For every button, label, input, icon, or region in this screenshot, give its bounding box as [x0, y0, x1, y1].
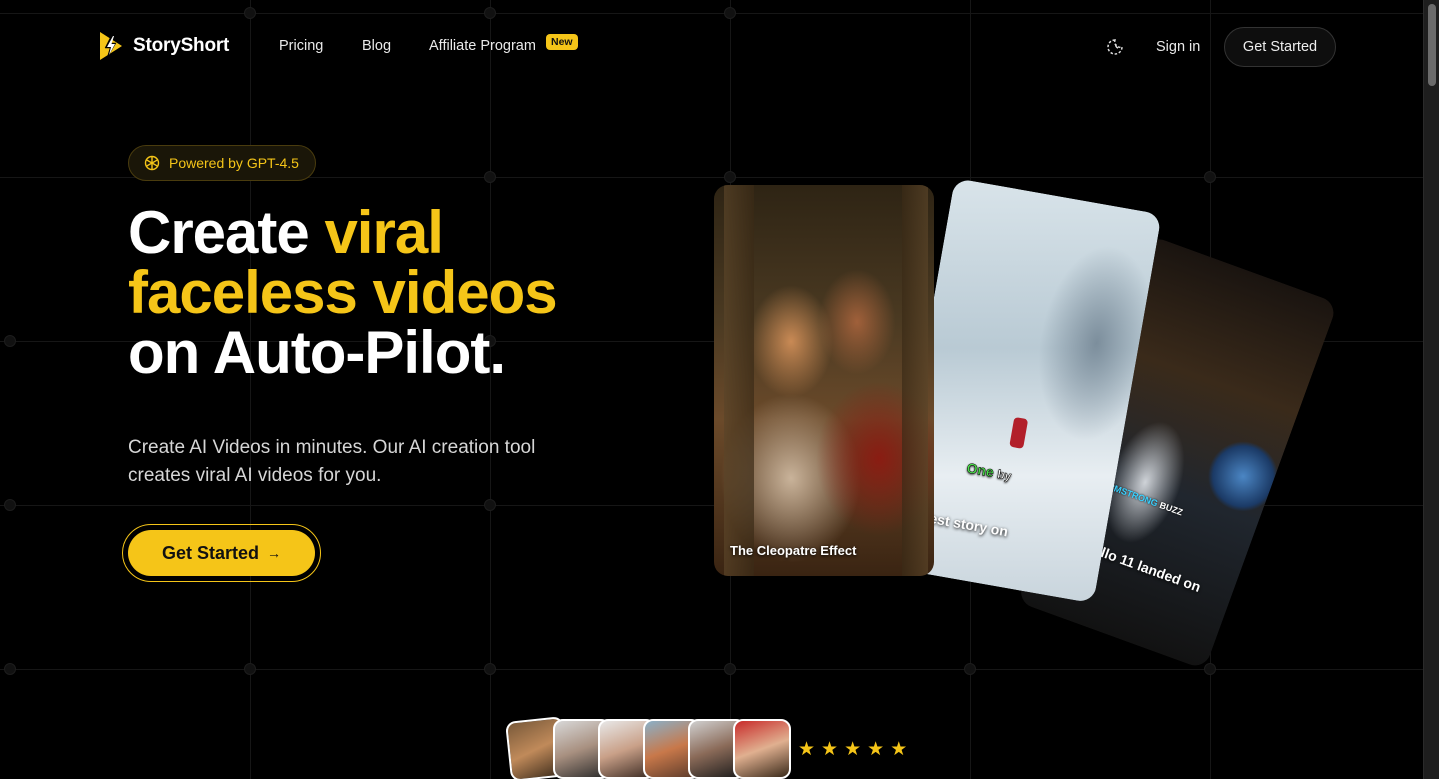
headline-faceless-videos: faceless videos [128, 259, 558, 326]
video-card-cleopatra[interactable]: The Cleopatre Effect [714, 185, 934, 576]
climber-figure [1009, 416, 1029, 449]
page-scrollbar[interactable] [1423, 0, 1439, 779]
site-header: StoryShort Pricing Blog Affiliate Progra… [0, 0, 1423, 94]
hero-cta-label: Get Started [161, 542, 260, 563]
user-avatars [505, 716, 793, 779]
hero-cta-outline: Get Started → [122, 524, 321, 582]
theme-toggle-icon[interactable] [1106, 38, 1124, 56]
openai-icon [144, 155, 160, 171]
arrow-right-icon: → [267, 545, 282, 561]
hero-get-started-button[interactable]: Get Started → [128, 530, 315, 576]
rating-stars: ★ ★ ★ ★ ★ [798, 739, 907, 761]
star-icon: ★ [798, 739, 816, 760]
new-badge: New [546, 34, 578, 50]
nav-item-affiliate-program[interactable]: Affiliate Program [429, 38, 536, 54]
hero-subtitle: Create AI Videos in minutes. Our AI crea… [128, 437, 536, 486]
avatar [733, 719, 791, 779]
powered-by-badge: Powered by GPT-4.5 [128, 145, 316, 181]
scrollbar-thumb[interactable] [1428, 4, 1436, 86]
star-icon: ★ [867, 739, 885, 760]
sign-in-link[interactable]: Sign in [1156, 39, 1200, 55]
headline-viral: viral [324, 199, 443, 266]
brand-name: StoryShort [133, 35, 230, 56]
nav-item-blog[interactable]: Blog [362, 38, 391, 54]
nav-item-pricing[interactable]: Pricing [279, 38, 323, 54]
bolt-logo-icon [100, 32, 122, 60]
hero-headline: Create viral faceless videos on Auto-Pil… [128, 203, 558, 386]
star-icon: ★ [821, 739, 839, 760]
headline-create: Create [128, 199, 325, 266]
star-icon: ★ [890, 739, 908, 760]
powered-by-text: Powered by GPT-4.5 [169, 155, 299, 171]
headline-auto-pilot: on Auto-Pilot. [128, 319, 506, 386]
card-overlay-text: One by [965, 459, 1013, 484]
video-card-caption: The Cleopatre Effect [730, 543, 857, 558]
star-icon: ★ [844, 739, 862, 760]
header-get-started-button[interactable]: Get Started [1224, 27, 1336, 67]
brand-logo-link[interactable]: StoryShort [97, 30, 229, 62]
